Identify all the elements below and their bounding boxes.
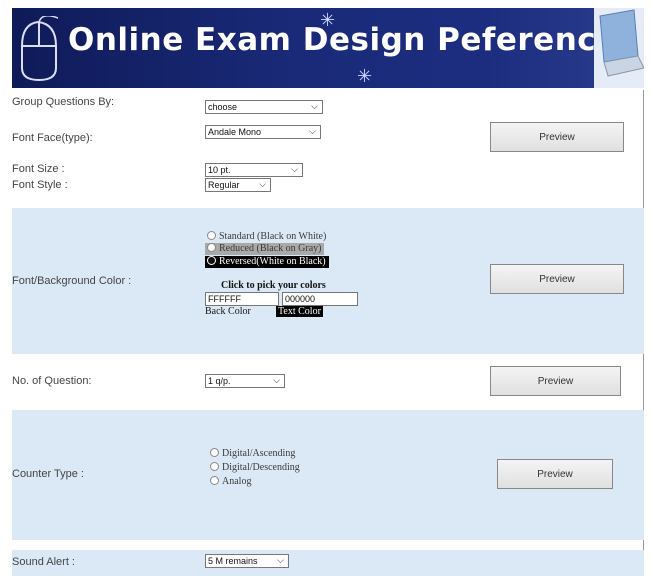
- pick-colors-heading: Click to pick your colors: [221, 280, 326, 291]
- header-banner: Online Exam Design Peferences ✳ ✳: [12, 8, 644, 88]
- color-option-label: Reduced (Black on Gray): [219, 243, 322, 254]
- back-color-input[interactable]: FFFFFF: [205, 292, 279, 306]
- question-count-preview-button[interactable]: Preview: [490, 366, 621, 396]
- radio-icon: [207, 231, 216, 240]
- font-style-label: Font Style :: [12, 179, 68, 191]
- mouse-icon: [21, 16, 59, 82]
- question-count-section: No. of Question: 1 q/p. ⌵ Preview: [12, 354, 644, 410]
- color-preview-button[interactable]: Preview: [490, 264, 624, 294]
- color-section: Standard (Black on White) Reduced (Black…: [12, 208, 644, 354]
- question-count-label: No. of Question:: [12, 375, 92, 387]
- counter-option-label: Analog: [222, 476, 252, 487]
- font-face-label: Font Face(type):: [12, 132, 93, 144]
- question-count-select[interactable]: 1 q/p. ⌵: [205, 374, 285, 388]
- radio-icon: [210, 476, 219, 485]
- chevron-down-icon: ⌵: [259, 179, 266, 189]
- laptop-icon: [594, 8, 644, 88]
- color-label: Font/Background Color :: [12, 275, 132, 287]
- color-option-label: Standard (Black on White): [219, 231, 327, 242]
- color-option-label: Reversed(White on Black): [219, 256, 326, 267]
- question-count-value: 1 q/p.: [208, 376, 231, 386]
- group-questions-select[interactable]: choose ⌵: [205, 100, 323, 114]
- color-option-reversed[interactable]: Reversed(White on Black): [205, 256, 329, 268]
- sound-alert-select[interactable]: 5 M remains ⌵: [205, 554, 289, 568]
- chevron-down-icon: ⌵: [273, 375, 280, 385]
- color-option-standard[interactable]: Standard (Black on White): [207, 231, 326, 243]
- group-questions-label: Group Questions By:: [12, 96, 115, 108]
- chevron-down-icon: ⌵: [291, 164, 298, 174]
- counter-section: Digital/Ascending Digital/Descending Ana…: [12, 410, 644, 540]
- text-color-label: Text Color: [276, 306, 323, 317]
- group-questions-value: choose: [208, 102, 238, 112]
- sound-alert-value: 5 M remains: [208, 556, 258, 566]
- chevron-down-icon: ⌵: [311, 101, 318, 111]
- chevron-down-icon: ⌵: [309, 126, 316, 136]
- page-title: Online Exam Design Peferences: [68, 22, 637, 58]
- back-color-label: Back Color: [205, 306, 251, 317]
- radio-icon: [207, 243, 216, 252]
- font-style-select[interactable]: Regular ⌵: [205, 178, 271, 192]
- radio-icon: [210, 462, 219, 471]
- font-face-value: Andale Mono: [208, 127, 262, 137]
- counter-preview-button[interactable]: Preview: [497, 459, 613, 489]
- radio-icon: [207, 256, 216, 265]
- counter-option-label: Digital/Ascending: [222, 448, 296, 459]
- chevron-down-icon: ⌵: [277, 555, 284, 565]
- radio-icon: [210, 448, 219, 457]
- font-size-label: Font Size :: [12, 163, 65, 175]
- font-size-select[interactable]: 10 pt. ⌵: [205, 163, 303, 177]
- color-option-reduced[interactable]: Reduced (Black on Gray): [205, 243, 325, 255]
- font-face-select[interactable]: Andale Mono ⌵: [205, 125, 321, 139]
- counter-option-label: Digital/Descending: [222, 462, 300, 473]
- sound-section: Sound Alert : 5 M remains ⌵: [12, 550, 644, 576]
- font-face-preview-button[interactable]: Preview: [490, 122, 624, 152]
- counter-type-label: Counter Type :: [12, 468, 84, 480]
- star-icon: ✳: [357, 66, 373, 86]
- counter-option-descending[interactable]: Digital/Descending: [210, 462, 300, 474]
- sound-alert-label: Sound Alert :: [12, 556, 75, 568]
- counter-option-analog[interactable]: Analog: [210, 476, 251, 488]
- font-settings-section: Group Questions By: choose ⌵ Font Face(t…: [12, 90, 644, 208]
- text-color-input[interactable]: 000000: [282, 292, 358, 306]
- font-size-value: 10 pt.: [208, 165, 231, 175]
- counter-option-ascending[interactable]: Digital/Ascending: [210, 448, 295, 460]
- font-style-value: Regular: [208, 180, 240, 190]
- star-icon: ✳: [320, 10, 336, 30]
